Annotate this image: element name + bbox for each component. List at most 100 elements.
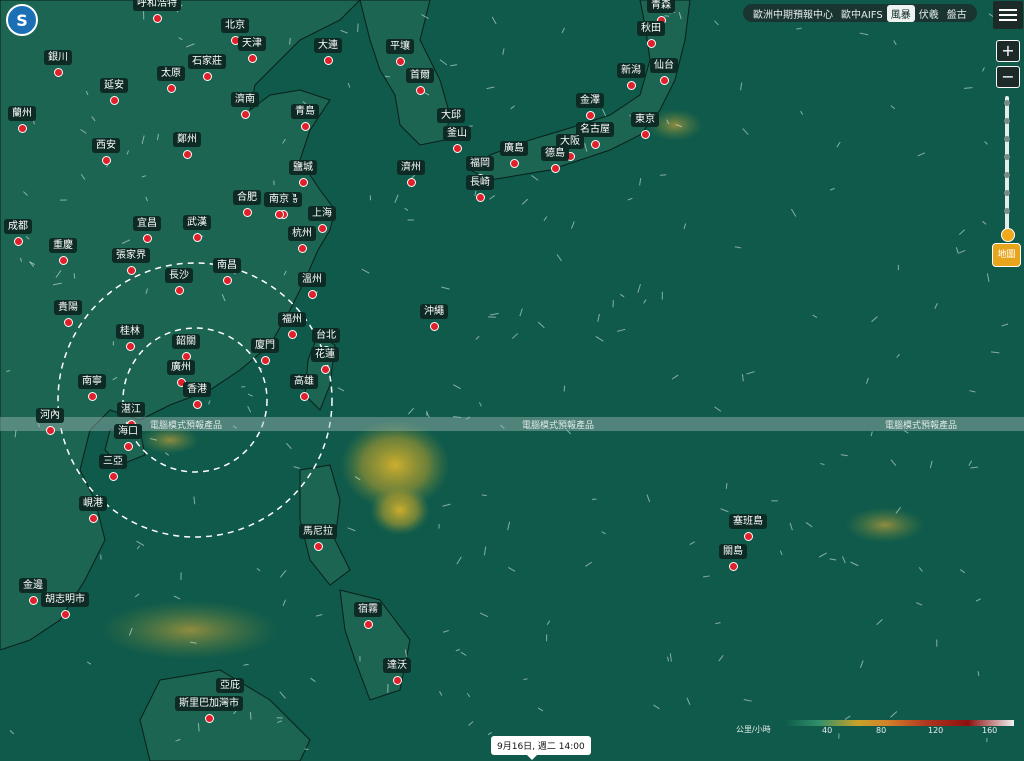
city-label: 宜昌 <box>133 216 161 231</box>
city-marker[interactable]: 福州 <box>278 312 306 339</box>
city-marker[interactable]: 釜山 <box>443 126 471 153</box>
city-label: 三亞 <box>99 454 127 469</box>
city-marker[interactable]: 斯里巴加灣市 <box>175 696 243 723</box>
slider-handle[interactable] <box>1001 228 1015 242</box>
map-toggle-button[interactable]: 地圖 <box>992 243 1021 267</box>
city-marker[interactable]: 德島 <box>541 146 569 173</box>
city-label: 秋田 <box>637 21 665 36</box>
city-marker[interactable]: 宜昌 <box>133 216 161 243</box>
city-marker[interactable]: 杭州 <box>288 226 316 253</box>
city-marker[interactable]: 青島 <box>291 104 319 131</box>
zoom-in-button[interactable]: + <box>996 40 1020 62</box>
city-marker[interactable]: 三亞 <box>99 454 127 481</box>
city-marker[interactable]: 仙台 <box>650 58 678 85</box>
city-marker[interactable]: 南京 <box>265 192 293 219</box>
city-marker[interactable]: 廈門 <box>251 338 279 365</box>
city-dot <box>299 392 309 401</box>
city-label: 釜山 <box>443 126 471 141</box>
city-marker[interactable]: 天津 <box>238 36 266 63</box>
city-marker[interactable]: 大連 <box>314 38 342 65</box>
city-label: 福州 <box>278 312 306 327</box>
city-dot <box>142 234 152 243</box>
city-marker[interactable]: 鹽城 <box>289 160 317 187</box>
city-label: 上海 <box>308 206 336 221</box>
city-label: 海口 <box>114 424 142 439</box>
city-marker[interactable]: 花蓮 <box>311 347 339 374</box>
city-marker[interactable]: 河內 <box>36 408 64 435</box>
city-marker[interactable]: 蘭州 <box>8 106 36 133</box>
city-label: 南寧 <box>78 374 106 389</box>
city-marker[interactable]: 太原 <box>157 66 185 93</box>
weather-map[interactable] <box>0 0 1024 761</box>
city-label: 斯里巴加灣市 <box>175 696 243 711</box>
city-marker[interactable]: 西安 <box>92 138 120 165</box>
city-marker[interactable]: 金澤 <box>576 93 604 120</box>
city-marker[interactable]: 貴陽 <box>54 300 82 327</box>
city-marker[interactable]: 銀川 <box>44 50 72 77</box>
city-marker[interactable]: 張家界 <box>112 248 150 275</box>
slider-step <box>1004 154 1010 160</box>
city-marker[interactable]: 桂林 <box>116 324 144 351</box>
city-label: 大邱 <box>437 108 465 123</box>
city-dot <box>585 111 595 120</box>
city-dot <box>452 144 462 153</box>
city-marker[interactable]: 宿霧 <box>354 602 382 629</box>
city-marker[interactable]: 關島 <box>719 544 747 571</box>
model-option[interactable]: 歐中AIFS <box>837 5 887 22</box>
city-marker[interactable]: 海口 <box>114 424 142 451</box>
city-marker[interactable]: 峴港 <box>79 496 107 523</box>
city-marker[interactable]: 達沃 <box>383 658 411 685</box>
city-marker[interactable]: 秋田 <box>637 21 665 48</box>
slider-step <box>1004 172 1010 178</box>
model-option[interactable]: 歐洲中期預報中心 <box>749 5 837 22</box>
city-marker[interactable]: 濟南 <box>231 92 259 119</box>
city-marker[interactable]: 合肥 <box>233 190 261 217</box>
city-dot <box>242 208 252 217</box>
city-marker[interactable]: 鄭州 <box>173 132 201 159</box>
city-marker[interactable]: 武漢 <box>183 215 211 242</box>
city-marker[interactable]: 濟州 <box>397 160 425 187</box>
city-marker[interactable]: 首爾 <box>406 68 434 95</box>
city-marker[interactable]: 廣島 <box>500 141 528 168</box>
city-dot <box>53 68 63 77</box>
city-marker[interactable]: 南昌 <box>213 258 241 285</box>
city-dot <box>429 322 439 331</box>
observatory-logo[interactable]: S <box>6 4 38 36</box>
city-marker[interactable]: 延安 <box>100 78 128 105</box>
city-dot <box>646 39 656 48</box>
model-option-active[interactable]: 風暴 <box>886 4 915 22</box>
city-marker[interactable]: 重慶 <box>49 238 77 265</box>
city-marker[interactable]: 韶關 <box>172 334 200 361</box>
city-marker[interactable]: 長沙 <box>165 268 193 295</box>
city-marker[interactable]: 平壤 <box>386 39 414 66</box>
model-option[interactable]: 盤古 <box>943 5 971 22</box>
wind-east <box>845 507 925 543</box>
wind-legend: 公里/小時 40 80 120 160 <box>736 718 1016 738</box>
city-label: 貴陽 <box>54 300 82 315</box>
city-marker[interactable]: 長崎 <box>466 175 494 202</box>
model-banner-text: 電腦模式預報產品 <box>522 421 595 431</box>
city-marker[interactable]: 東京 <box>631 112 659 139</box>
city-marker[interactable]: 呼和浩特 <box>133 0 181 23</box>
city-dot <box>475 193 485 202</box>
city-marker[interactable]: 香港 <box>183 382 211 409</box>
city-marker[interactable]: 高雄 <box>290 374 318 401</box>
city-label: 西安 <box>92 138 120 153</box>
city-marker[interactable]: 成都 <box>4 219 32 246</box>
city-marker[interactable]: 塞班島 <box>729 514 767 541</box>
model-option[interactable]: 伏羲 <box>915 5 943 22</box>
menu-icon[interactable] <box>993 1 1023 29</box>
city-marker[interactable]: 石家莊 <box>188 54 226 81</box>
city-label: 鹽城 <box>289 160 317 175</box>
forecast-time[interactable]: 9月16日, 週二 14:00 <box>491 736 591 760</box>
city-marker[interactable]: 沖繩 <box>420 304 448 331</box>
city-marker[interactable]: 南寧 <box>78 374 106 401</box>
city-marker[interactable]: 馬尼拉 <box>299 524 337 551</box>
city-marker[interactable]: 胡志明市 <box>41 592 89 619</box>
city-marker[interactable]: 新潟 <box>617 63 645 90</box>
city-dot <box>300 122 310 131</box>
city-marker[interactable]: 溫州 <box>298 272 326 299</box>
city-dot <box>590 140 600 149</box>
zoom-out-button[interactable]: − <box>996 66 1020 88</box>
city-dot <box>101 156 111 165</box>
